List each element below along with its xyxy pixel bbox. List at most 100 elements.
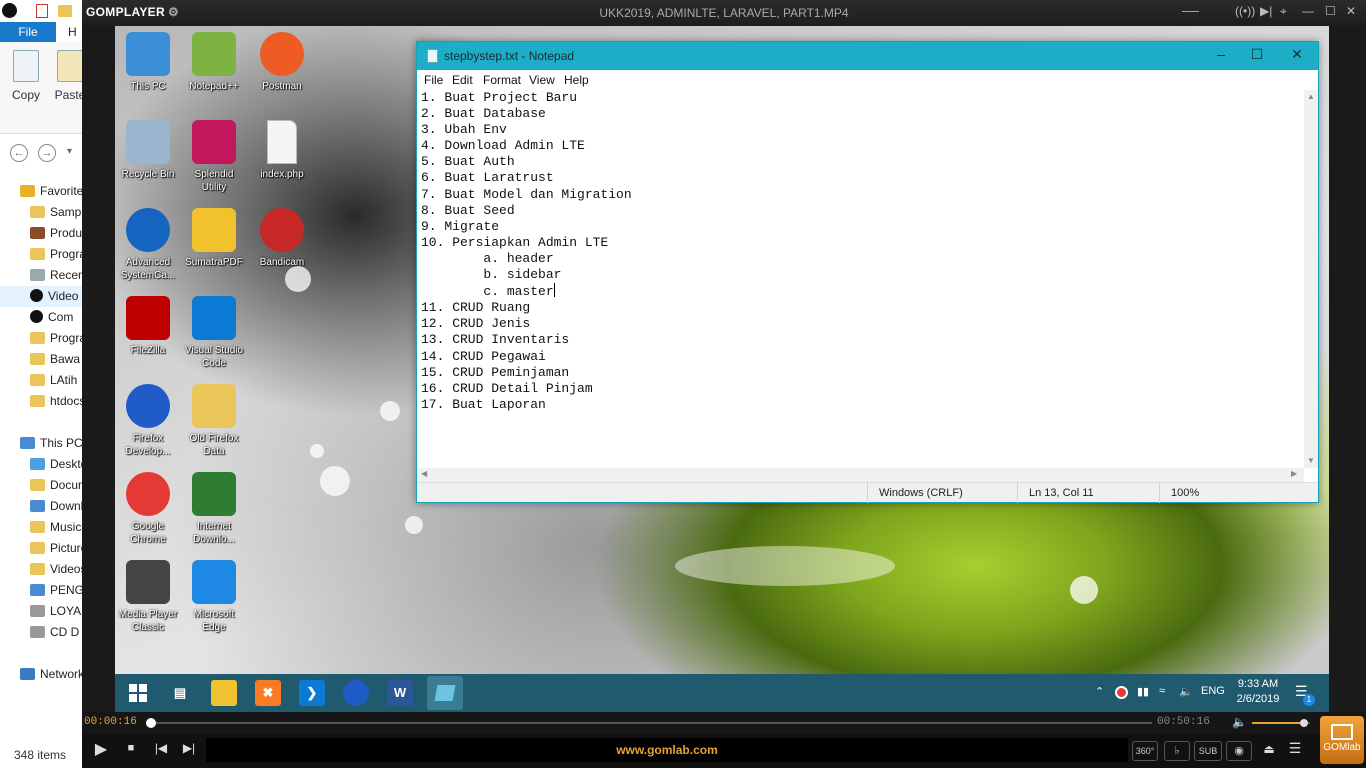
forward-button[interactable]: → — [38, 144, 56, 162]
nav-item[interactable]: Program — [0, 244, 82, 265]
minimize-bar-icon[interactable]: ── — [1182, 4, 1199, 18]
menu-file[interactable]: File — [424, 73, 443, 87]
xampp-icon[interactable]: ✖ — [255, 680, 281, 706]
desktop-icon[interactable]: FileZilla — [115, 296, 181, 357]
nav-item[interactable]: Products — [0, 223, 82, 244]
volume-icon[interactable]: 🔈 — [1179, 685, 1193, 698]
vscode-icon[interactable]: ❯ — [299, 680, 325, 706]
equalizer-icon[interactable]: ♭ — [1164, 741, 1190, 761]
desktop-icon[interactable]: Recycle Bin — [115, 120, 181, 181]
desktop-icon[interactable]: Firefox Develop... — [115, 384, 181, 458]
nav-item[interactable]: Recent — [0, 265, 82, 286]
volume-handle[interactable] — [1300, 719, 1309, 727]
previous-icon[interactable]: |◀ — [150, 741, 172, 755]
menu-view[interactable]: View — [529, 73, 555, 87]
nav-item[interactable]: Pictures — [0, 538, 82, 559]
surround-icon[interactable]: ((•)) — [1235, 4, 1255, 18]
wifi-icon[interactable]: ≈ — [1159, 685, 1165, 697]
recent-locations-chevron-icon[interactable]: ▾ — [67, 146, 72, 157]
nav-item[interactable]: Bawa — [0, 349, 82, 370]
desktop-icon[interactable]: Media Player Classic — [115, 560, 181, 634]
eject-icon[interactable]: ⏏ — [1258, 742, 1280, 756]
nav-item[interactable]: Desktop — [0, 454, 82, 475]
properties-icon[interactable] — [36, 4, 48, 18]
desktop-icon[interactable]: This PC — [115, 32, 181, 93]
scroll-left-icon[interactable]: ◀ — [421, 469, 427, 478]
desktop-icon[interactable]: Advanced SystemCa... — [115, 208, 181, 282]
nav-item[interactable]: This PC — [0, 433, 82, 454]
volume-slider[interactable] — [1252, 719, 1310, 727]
gom-titlebar[interactable]: GOMPLAYER ⚙ UKK2019, ADMINLTE, LARAVEL, P… — [82, 0, 1366, 26]
ribbon-home-tab[interactable]: H — [68, 22, 77, 42]
nav-item[interactable]: Com — [0, 307, 82, 328]
nav-item[interactable]: CD D — [0, 622, 82, 643]
nav-item[interactable]: htdocs — [0, 391, 82, 412]
seek-handle[interactable] — [146, 718, 157, 728]
desktop-icon[interactable]: SumatraPDF — [181, 208, 247, 269]
file-explorer-icon[interactable] — [211, 680, 237, 706]
desktop-icon[interactable]: Splendid Utility — [181, 120, 247, 194]
nav-item[interactable]: Downloads — [0, 496, 82, 517]
nav-item[interactable]: Music — [0, 517, 82, 538]
playlist-menu-icon[interactable]: ☰ — [1284, 740, 1306, 757]
desktop-icon[interactable]: Visual Studio Code — [181, 296, 247, 370]
nav-item[interactable]: Documents — [0, 475, 82, 496]
nav-item[interactable]: Favorites — [0, 181, 82, 202]
nav-item[interactable]: LOYA — [0, 601, 82, 622]
scroll-right-icon[interactable]: ▶ — [1291, 469, 1297, 478]
video-area[interactable]: This PC Notepad++ Postman Recycle Bin Splend… — [115, 26, 1329, 712]
minimize-icon[interactable]: – — [1211, 46, 1231, 62]
word-icon[interactable]: W — [387, 680, 413, 706]
desktop-icon[interactable]: Postman — [249, 32, 315, 93]
subtitle-button[interactable]: SUB — [1194, 741, 1222, 761]
notepad-text-area[interactable]: 1. Buat Project Baru 2. Buat Database 3. U… — [421, 90, 1305, 468]
notepad-taskbar-button[interactable] — [427, 676, 463, 710]
nav-item[interactable]: Video — [0, 286, 82, 307]
nav-item[interactable]: Videos — [0, 559, 82, 580]
taskbar-clock[interactable]: 9:33 AM 2/6/2019 — [1228, 677, 1288, 707]
record-icon[interactable] — [1115, 686, 1128, 699]
desktop-icon[interactable]: index.php — [249, 120, 315, 181]
language-indicator[interactable]: ENG — [1201, 685, 1225, 697]
back-button[interactable]: ← — [10, 144, 28, 162]
seek-bar[interactable] — [146, 718, 1152, 728]
desktop-icon[interactable]: Old Firefox Data — [181, 384, 247, 458]
desktop-icon[interactable]: Notepad++ — [181, 32, 247, 93]
play-icon[interactable]: ▶ — [90, 739, 112, 759]
desktop-icon[interactable]: Internet Downlo... — [181, 472, 247, 546]
nav-item[interactable]: Network — [0, 664, 82, 685]
menu-format[interactable]: Format — [483, 73, 521, 87]
scroll-up-icon[interactable]: ▲ — [1307, 92, 1315, 101]
vertical-scrollbar[interactable]: ▲ ▼ — [1304, 90, 1318, 468]
paste-button[interactable]: Paste — [50, 50, 82, 102]
scroll-down-icon[interactable]: ▼ — [1307, 456, 1315, 465]
maximize-icon[interactable]: ☐ — [1247, 46, 1267, 63]
nav-item[interactable]: Program — [0, 328, 82, 349]
minimize-icon[interactable]: — — [1302, 4, 1314, 18]
battery-icon[interactable]: ▮▮ — [1137, 685, 1149, 698]
show-hidden-icons-chevron-icon[interactable]: ⌃ — [1095, 685, 1104, 698]
vr-360-button[interactable]: 360° — [1132, 741, 1158, 761]
nav-item[interactable]: LAtih — [0, 370, 82, 391]
nav-item[interactable]: Sample — [0, 202, 82, 223]
folder-icon[interactable] — [58, 5, 72, 17]
next-icon[interactable]: ▶| — [178, 741, 200, 755]
firefox-icon[interactable] — [343, 680, 369, 706]
task-view-icon[interactable]: ▤ — [167, 680, 193, 706]
close-icon[interactable]: ✕ — [1287, 46, 1307, 63]
desktop-icon[interactable]: Microsoft Edge — [181, 560, 247, 634]
camera-icon[interactable]: ◉ — [1226, 741, 1252, 761]
nav-item[interactable]: PENG — [0, 580, 82, 601]
horizontal-scrollbar[interactable]: ◀ ▶ — [417, 468, 1304, 482]
gomlab-url-banner[interactable]: www.gomlab.com — [206, 738, 1128, 762]
desktop-icon[interactable]: Bandicam — [249, 208, 315, 269]
windows-start-icon[interactable] — [125, 680, 151, 706]
copy-button[interactable]: Copy — [6, 50, 46, 102]
ribbon-file-tab[interactable]: File — [0, 22, 56, 42]
stop-icon[interactable]: ■ — [120, 742, 142, 754]
menu-help[interactable]: Help — [564, 73, 589, 87]
maximize-icon[interactable]: ☐ — [1325, 4, 1336, 18]
notepad-titlebar[interactable]: stepbystep.txt - Notepad – ☐ ✕ — [417, 42, 1318, 70]
gomlab-button[interactable]: GOMlab — [1320, 716, 1364, 764]
volume-icon[interactable]: 🔈 — [1232, 715, 1247, 729]
